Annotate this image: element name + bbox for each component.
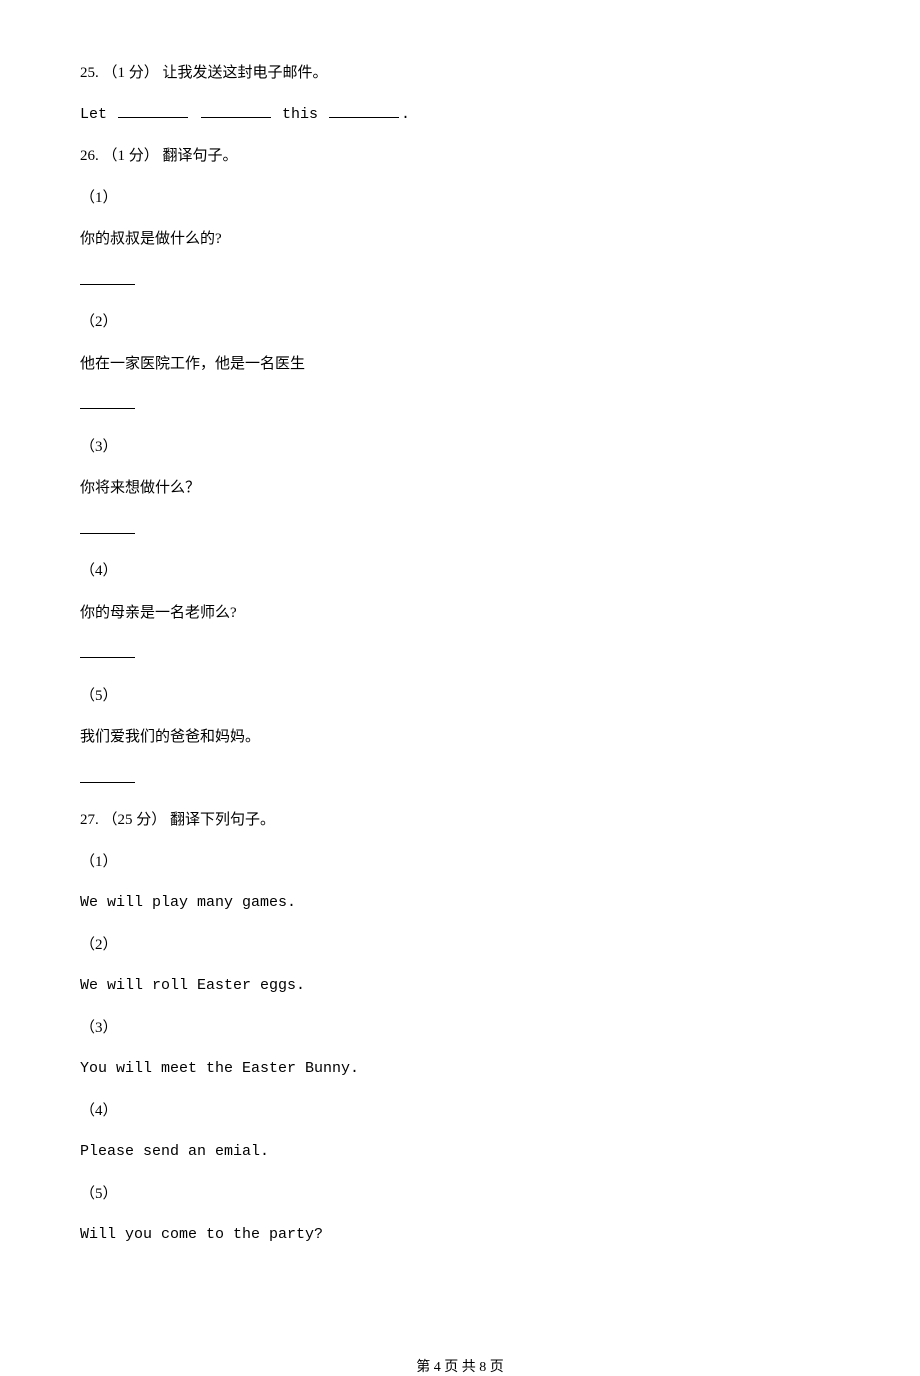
q27-item-text: Please send an emial. bbox=[80, 1141, 840, 1164]
q26-item-text: 你的母亲是一名老师么? bbox=[80, 602, 840, 625]
q26-item-num: （1） bbox=[80, 187, 840, 210]
q26-item-num: （3） bbox=[80, 436, 840, 459]
q26-header: 26. （1 分） 翻译句子。 bbox=[80, 145, 840, 168]
answer-blank[interactable] bbox=[80, 519, 840, 542]
blank-field[interactable] bbox=[329, 104, 399, 118]
answer-blank[interactable] bbox=[80, 768, 840, 791]
q27-item-text: You will meet the Easter Bunny. bbox=[80, 1058, 840, 1081]
q25-fill-line: Let this . bbox=[80, 104, 840, 127]
q26-item-num: （5） bbox=[80, 685, 840, 708]
q26-item-text: 你将来想做什么？ bbox=[80, 477, 840, 500]
q27-item-text: Will you come to the party? bbox=[80, 1224, 840, 1247]
q27-item-text: We will play many games. bbox=[80, 892, 840, 915]
page-footer: 第 4 页 共 8 页 bbox=[80, 1266, 840, 1376]
q25-mid: this bbox=[273, 106, 327, 123]
answer-blank[interactable] bbox=[80, 270, 840, 293]
q27-item-num: （4） bbox=[80, 1100, 840, 1123]
q27-item-num: （1） bbox=[80, 851, 840, 874]
q26-item-text: 他在一家医院工作，他是一名医生 bbox=[80, 353, 840, 376]
q26-item-text: 你的叔叔是做什么的? bbox=[80, 228, 840, 251]
q27-item-num: （2） bbox=[80, 934, 840, 957]
blank-field[interactable] bbox=[118, 104, 188, 118]
q27-header: 27. （25 分） 翻译下列句子。 bbox=[80, 809, 840, 832]
q26-item-text: 我们爱我们的爸爸和妈妈。 bbox=[80, 726, 840, 749]
q25-prefix: Let bbox=[80, 106, 116, 123]
q27-item-num: （3） bbox=[80, 1017, 840, 1040]
q27-item-text: We will roll Easter eggs. bbox=[80, 975, 840, 998]
q25-end: . bbox=[401, 106, 410, 123]
q25-header: 25. （1 分） 让我发送这封电子邮件。 bbox=[80, 62, 840, 85]
q26-item-num: （2） bbox=[80, 311, 840, 334]
blank-field[interactable] bbox=[201, 104, 271, 118]
q27-item-num: （5） bbox=[80, 1183, 840, 1206]
page-content: 25. （1 分） 让我发送这封电子邮件。 Let this . 26. （1 … bbox=[0, 0, 920, 1376]
answer-blank[interactable] bbox=[80, 643, 840, 666]
answer-blank[interactable] bbox=[80, 394, 840, 417]
q26-item-num: （4） bbox=[80, 560, 840, 583]
